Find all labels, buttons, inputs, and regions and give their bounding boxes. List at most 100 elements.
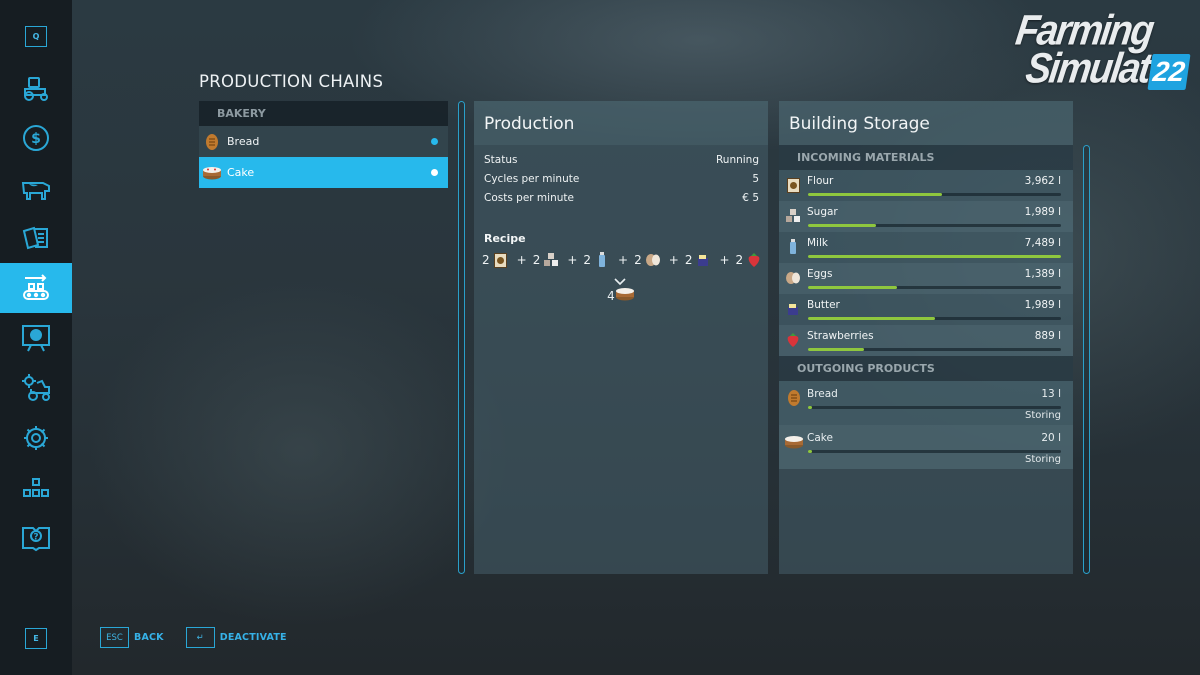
outgoing-product-row[interactable]: Cake 20 l Storing — [779, 425, 1073, 469]
incoming-material-row: Butter 1,989 l — [779, 294, 1073, 325]
sidebar-item-controls[interactable] — [0, 463, 72, 513]
esc-key-badge[interactable]: ESC — [100, 627, 129, 648]
fill-level-bar — [808, 255, 1061, 258]
flour-icon — [785, 176, 801, 194]
documents-icon — [22, 226, 48, 250]
sidebar-item-settings[interactable] — [0, 413, 72, 463]
material-amount: 1,989 l — [1024, 206, 1061, 218]
fill-level-bar — [808, 406, 1061, 409]
back-button[interactable]: BACK — [134, 632, 164, 643]
recipe-amount: 2 — [532, 253, 541, 267]
cycles-value: 5 — [752, 173, 759, 185]
chain-item-cake[interactable]: Cake — [199, 157, 448, 188]
recipe-inputs: 2 + 2 + 2 + 2 + 2 + 2 — [474, 251, 768, 269]
vehicle-settings-icon — [22, 374, 50, 401]
material-name: Sugar — [807, 206, 838, 218]
incoming-material-row: Eggs 1,389 l — [779, 263, 1073, 294]
incoming-material-row: Strawberries 889 l — [779, 325, 1073, 356]
fill-level-bar-fill — [808, 193, 943, 196]
sidebar-item-statistics[interactable] — [0, 313, 72, 363]
fill-level-bar — [808, 224, 1061, 227]
milk-icon — [785, 238, 801, 256]
milk-icon — [594, 252, 610, 268]
material-amount: 889 l — [1034, 330, 1061, 342]
conveyor-icon — [23, 274, 49, 300]
product-amount: 13 l — [1041, 388, 1061, 400]
storage-scrollbar[interactable] — [1083, 145, 1090, 574]
recipe-amount: 2 — [482, 253, 490, 267]
strawberry-icon — [746, 252, 762, 268]
flour-icon — [493, 252, 509, 268]
plus-sign: + — [618, 253, 629, 267]
recipe-amount: 2 — [684, 253, 693, 267]
recipe-amount: 2 — [634, 253, 642, 267]
deactivate-button[interactable]: DEACTIVATE — [220, 632, 287, 643]
outgoing-product-row[interactable]: Bread 13 l Storing — [779, 381, 1073, 425]
fill-level-bar-fill — [808, 286, 897, 289]
sidebar-item-help[interactable]: ? — [0, 513, 72, 563]
recipe-output: 4 — [474, 287, 768, 304]
sidebar-item-production[interactable] — [0, 263, 72, 313]
production-title: Production — [474, 101, 768, 145]
material-amount: 1,389 l — [1024, 268, 1061, 280]
fill-level-bar — [808, 348, 1061, 351]
product-name: Cake — [807, 432, 833, 444]
storage-title: Building Storage — [779, 101, 1073, 145]
material-amount: 3,962 l — [1024, 175, 1061, 187]
keys-icon — [23, 478, 49, 497]
costs-row: Costs per minute € 5 — [484, 189, 759, 208]
recipe-arrow-down-icon — [474, 271, 754, 287]
recipe-output-amount: 4 — [607, 288, 615, 303]
footer-actions: ESC BACK ↵ DEACTIVATE — [100, 627, 309, 648]
cycles-row: Cycles per minute 5 — [484, 170, 759, 189]
plus-sign: + — [719, 253, 730, 267]
sidebar-item-animals[interactable] — [0, 163, 72, 213]
recipe-amount: 2 — [583, 253, 592, 267]
fill-level-bar — [808, 286, 1061, 289]
enter-key-badge[interactable]: ↵ — [185, 627, 215, 648]
help-book-icon: ? — [22, 527, 50, 552]
cake-icon — [199, 163, 225, 183]
bread-icon — [199, 132, 225, 152]
sidebar-item-garage[interactable] — [0, 363, 72, 413]
production-panel: Production Status Running Cycles per min… — [474, 101, 768, 574]
chains-scrollbar[interactable] — [458, 101, 465, 574]
game-logo: Farming Simulator 22 — [1012, 7, 1192, 94]
incoming-materials-list: Flour 3,962 l Sugar 1,989 l Milk 7,489 l Eggs 1… — [779, 170, 1073, 356]
recipe-amount: 2 — [735, 253, 744, 267]
status-row: Status Running — [484, 151, 759, 170]
tractor-icon — [24, 77, 48, 101]
outgoing-header: OUTGOING PRODUCTS — [779, 356, 1073, 381]
svg-text:?: ? — [33, 533, 38, 543]
incoming-material-row: Sugar 1,989 l — [779, 201, 1073, 232]
product-state[interactable]: Storing — [1025, 454, 1061, 465]
product-amount: 20 l — [1041, 432, 1061, 444]
status-dot — [431, 169, 438, 176]
key-hint-e[interactable]: E — [25, 628, 47, 649]
butter-icon — [695, 252, 711, 268]
eggs-icon — [785, 269, 801, 287]
product-state[interactable]: Storing — [1025, 410, 1061, 421]
svg-text:$: $ — [31, 131, 41, 147]
plus-sign: + — [668, 253, 679, 267]
fill-level-bar — [808, 450, 1061, 453]
recipe-label: Recipe — [484, 232, 526, 245]
sidebar-item-finances[interactable]: $ — [0, 113, 72, 163]
sugar-icon — [785, 207, 801, 225]
bread-icon — [783, 389, 805, 407]
costs-label: Costs per minute — [484, 192, 574, 204]
chain-item-bread[interactable]: Bread — [199, 126, 448, 157]
incoming-material-row: Flour 3,962 l — [779, 170, 1073, 201]
material-amount: 7,489 l — [1024, 237, 1061, 249]
strawberry-icon — [785, 331, 801, 349]
material-name: Strawberries — [807, 330, 874, 342]
plus-sign: + — [516, 253, 527, 267]
sidebar-item-contracts[interactable] — [0, 213, 72, 263]
material-amount: 1,989 l — [1024, 299, 1061, 311]
sidebar-item-vehicles[interactable] — [0, 63, 72, 113]
key-hint-q[interactable]: Q — [25, 26, 47, 47]
costs-value: € 5 — [742, 192, 759, 204]
plus-sign: + — [567, 253, 578, 267]
incoming-header: INCOMING MATERIALS — [779, 145, 1073, 170]
cycles-label: Cycles per minute — [484, 173, 580, 185]
